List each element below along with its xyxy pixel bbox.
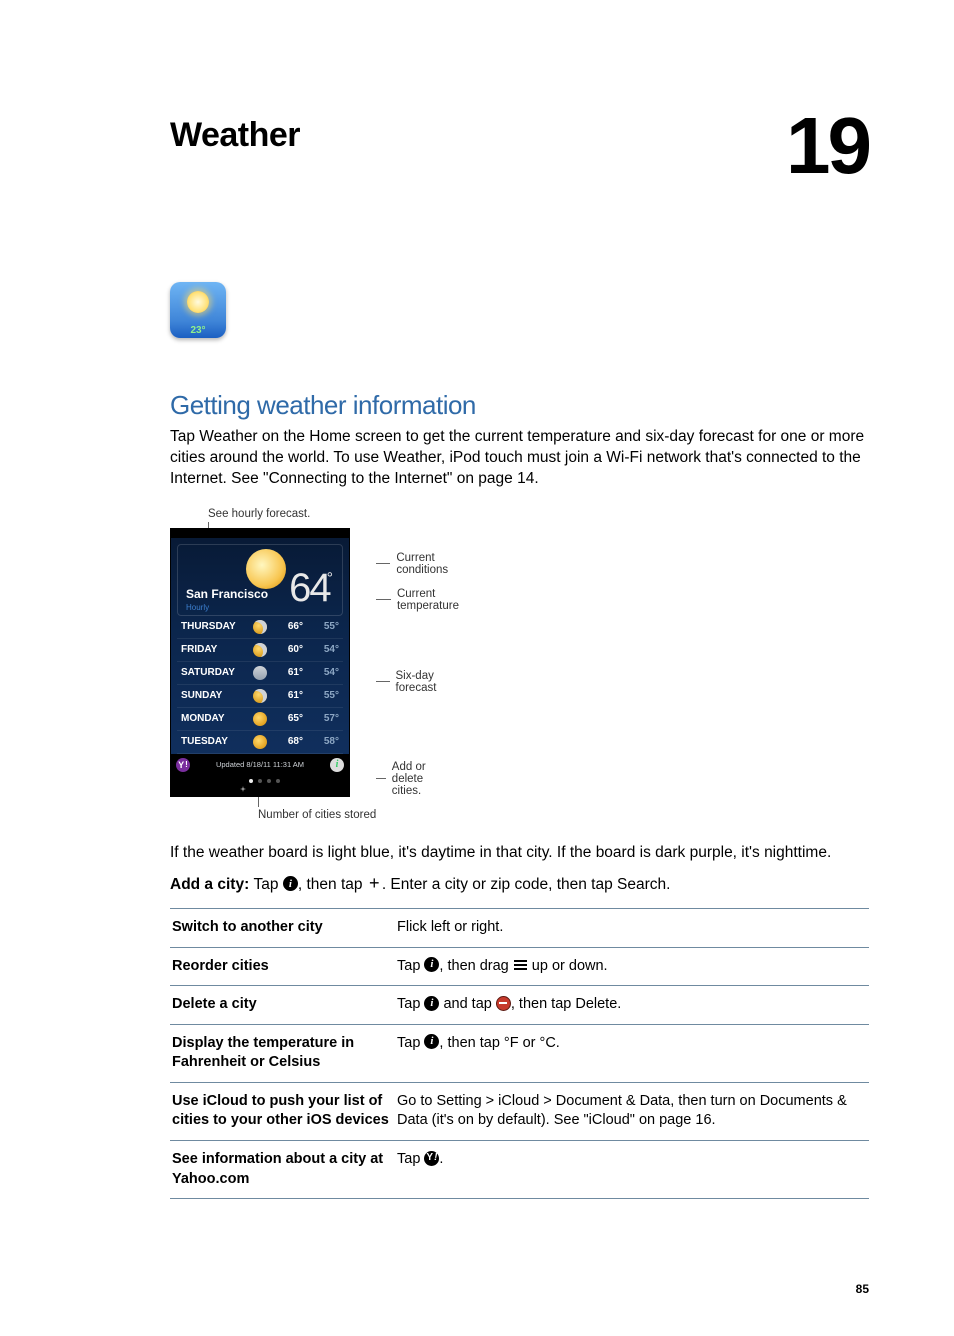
forecast-row: MONDAY 65° 57° bbox=[177, 708, 343, 731]
city-name: San Francisco bbox=[186, 587, 268, 601]
callout-six-day: Six-day forecast bbox=[396, 670, 446, 694]
tasks-table: Switch to another cityFlick left or righ… bbox=[170, 908, 869, 1199]
yahoo-icon[interactable]: Y bbox=[176, 758, 190, 772]
page-dots[interactable] bbox=[170, 775, 350, 797]
callout-current-conditions: Current conditions bbox=[396, 552, 456, 576]
section-heading: Getting weather information bbox=[170, 390, 869, 421]
table-row: Use iCloud to push your list of cities t… bbox=[170, 1082, 869, 1140]
forecast-day: FRIDAY bbox=[181, 644, 241, 655]
forecast-day: SUNDAY bbox=[181, 690, 241, 701]
forecast-row: TUESDAY 68° 58° bbox=[177, 731, 343, 754]
task-name: Reorder cities bbox=[170, 947, 395, 986]
task-instruction: Tap i, then drag up or down. bbox=[395, 947, 869, 986]
sun-glyph bbox=[187, 291, 209, 313]
yahoo-icon: Y bbox=[424, 1151, 439, 1166]
weather-icon bbox=[253, 689, 267, 703]
forecast-high: 68° bbox=[279, 736, 303, 747]
current-temperature: 64° bbox=[289, 566, 334, 611]
table-row: Display the temperature in Fahrenheit or… bbox=[170, 1024, 869, 1082]
task-name: Delete a city bbox=[170, 986, 395, 1025]
weather-icon bbox=[253, 643, 267, 657]
task-instruction: Go to Setting > iCloud > Document & Data… bbox=[395, 1082, 869, 1140]
updated-timestamp: Updated 8/18/11 11:31 AM bbox=[190, 760, 330, 769]
forecast-high: 66° bbox=[279, 621, 303, 632]
info-icon: i bbox=[424, 1034, 439, 1049]
callout-hourly: See hourly forecast. bbox=[208, 508, 376, 520]
table-row: Switch to another cityFlick left or righ… bbox=[170, 909, 869, 948]
weather-app-icon: 23° bbox=[170, 282, 226, 338]
chapter-title: Weather bbox=[170, 116, 300, 155]
weather-icon bbox=[253, 712, 267, 726]
forecast-row: SATURDAY 61° 54° bbox=[177, 662, 343, 685]
forecast-low: 55° bbox=[315, 621, 339, 632]
forecast-low: 57° bbox=[315, 713, 339, 724]
info-icon: i bbox=[424, 957, 439, 972]
table-row: See information about a city at Yahoo.co… bbox=[170, 1140, 869, 1198]
info-icon: i bbox=[424, 996, 439, 1011]
forecast-row: SUNDAY 61° 55° bbox=[177, 685, 343, 708]
forecast-high: 60° bbox=[279, 644, 303, 655]
task-name: Use iCloud to push your list of cities t… bbox=[170, 1082, 395, 1140]
plus-icon: + bbox=[367, 876, 382, 891]
chapter-number: 19 bbox=[786, 110, 869, 182]
table-row: Delete a cityTap i and tap , then tap De… bbox=[170, 986, 869, 1025]
task-instruction: Tap i, then tap °F or °C. bbox=[395, 1024, 869, 1082]
forecast-day: SATURDAY bbox=[181, 667, 241, 678]
weather-icon bbox=[253, 620, 267, 634]
hourly-link[interactable]: Hourly bbox=[186, 603, 209, 612]
task-name: Switch to another city bbox=[170, 909, 395, 948]
add-city-instruction: Add a city: Tap i, then tap +. Enter a c… bbox=[170, 876, 869, 894]
callout-current-temperature: Current temperature bbox=[397, 588, 466, 612]
current-conditions-panel: San Francisco Hourly 64° bbox=[177, 544, 343, 616]
callout-number-stored: Number of cities stored bbox=[258, 809, 376, 821]
weather-figure: See hourly forecast. San Francisco Hourl… bbox=[170, 508, 869, 821]
forecast-day: TUESDAY bbox=[181, 736, 241, 747]
daytime-nighttime-note: If the weather board is light blue, it's… bbox=[170, 841, 869, 864]
task-name: Display the temperature in Fahrenheit or… bbox=[170, 1024, 395, 1082]
task-instruction: Flick left or right. bbox=[395, 909, 869, 948]
forecast-high: 61° bbox=[279, 690, 303, 701]
info-icon: i bbox=[283, 876, 298, 891]
forecast-high: 61° bbox=[279, 667, 303, 678]
delete-minus-icon bbox=[496, 996, 511, 1011]
callout-add-delete: Add or delete cities. bbox=[392, 761, 436, 797]
table-row: Reorder citiesTap i, then drag up or dow… bbox=[170, 947, 869, 986]
task-instruction: Tap i and tap , then tap Delete. bbox=[395, 986, 869, 1025]
forecast-low: 54° bbox=[315, 644, 339, 655]
intro-paragraph: Tap Weather on the Home screen to get th… bbox=[170, 427, 869, 490]
info-button[interactable]: i bbox=[330, 758, 344, 772]
forecast-low: 55° bbox=[315, 690, 339, 701]
page-number: 85 bbox=[856, 1282, 869, 1296]
task-instruction: Tap Y. bbox=[395, 1140, 869, 1198]
forecast-high: 65° bbox=[279, 713, 303, 724]
app-icon-temp: 23° bbox=[170, 325, 226, 336]
forecast-day: THURSDAY bbox=[181, 621, 241, 632]
location-dot-icon bbox=[240, 779, 244, 783]
forecast-row: THURSDAY 66° 55° bbox=[177, 616, 343, 639]
sun-icon bbox=[246, 549, 286, 589]
task-name: See information about a city at Yahoo.co… bbox=[170, 1140, 395, 1198]
forecast-low: 54° bbox=[315, 667, 339, 678]
forecast-low: 58° bbox=[315, 736, 339, 747]
forecast-row: FRIDAY 60° 54° bbox=[177, 639, 343, 662]
weather-icon bbox=[253, 735, 267, 749]
drag-handle-icon bbox=[513, 957, 528, 972]
forecast-day: MONDAY bbox=[181, 713, 241, 724]
weather-icon bbox=[253, 666, 267, 680]
